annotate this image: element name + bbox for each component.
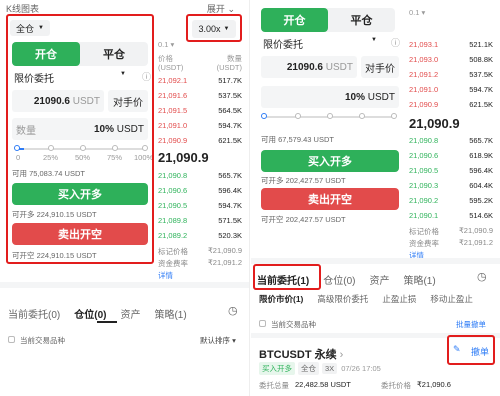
tab-assets[interactable]: 资产 — [369, 272, 389, 287]
filter-checkbox[interactable] — [8, 336, 15, 343]
tab-underline — [97, 321, 117, 323]
ask-row[interactable]: 21,091.2 537.5K — [409, 70, 493, 79]
order-price-label: 委托价格 — [381, 381, 411, 390]
chevron-right-icon: › — [339, 349, 344, 361]
ask-row[interactable]: 21,091.0 594.7K — [158, 121, 242, 130]
tab-positions[interactable]: 仓位(0) — [323, 272, 355, 287]
order-leverage-tag: 3X — [322, 363, 338, 374]
history-icon[interactable]: ◷ — [228, 304, 238, 317]
order-tags: 买入开多 全仓 3X 07/26 17:05 — [259, 362, 381, 375]
slider-dot — [391, 113, 397, 119]
slider-dot — [295, 113, 301, 119]
ask-row[interactable]: 21,092.1 517.7K — [158, 76, 242, 85]
bid-row[interactable]: 21,090.6 618.9K — [409, 151, 493, 160]
precision-select[interactable]: 0.1 ▾ — [409, 8, 425, 17]
bid-row[interactable]: 21,090.5 594.7K — [158, 201, 242, 210]
tab-assets[interactable]: 资产 — [120, 306, 140, 321]
slider-dot — [359, 113, 365, 119]
subtab-tpsl[interactable]: 止盈止损 — [382, 293, 416, 305]
ob-header-qty: 数量 (USDT) — [216, 54, 242, 72]
ask-row[interactable]: 21,091.5 564.5K — [158, 106, 242, 115]
bid-row[interactable]: 21,090.2 595.2K — [409, 196, 493, 205]
bid-row[interactable]: 21,090.8 565.7K — [409, 136, 493, 145]
sell-short-button[interactable]: 卖出开空 — [261, 188, 399, 210]
subtab-advanced[interactable]: 高级限价委托 — [317, 293, 368, 305]
can-short-text: 可开空 202,427.57 USDT — [261, 215, 346, 224]
tab-strategy[interactable]: 策略(1) — [154, 306, 186, 321]
tab-strategy[interactable]: 策略(1) — [403, 272, 435, 287]
chevron-down-icon: ⌄ — [227, 4, 235, 14]
open-close-toggle[interactable]: 开仓 平仓 — [261, 8, 395, 32]
subtab-trailing[interactable]: 移动止盈止 — [430, 293, 473, 305]
slider-dot — [327, 113, 333, 119]
opponent-price-button[interactable]: 对手价 — [361, 56, 399, 78]
order-symbol[interactable]: BTCUSDT 永续 › — [259, 346, 343, 362]
mid-price: 21,090.9 — [158, 150, 209, 165]
subtab-limit[interactable]: 限价市价(1) — [259, 293, 303, 305]
ask-row[interactable]: 21,090.9 621.5K — [409, 100, 493, 109]
order-type-select[interactable]: 限价委托 — [263, 36, 303, 51]
ob-header-price: 价格 (USDT) — [158, 54, 184, 72]
highlight-leverage — [186, 14, 242, 42]
bid-row[interactable]: 21,090.8 565.7K — [158, 171, 242, 180]
highlight-current-orders — [253, 264, 321, 290]
tab-close[interactable]: 平仓 — [328, 8, 395, 32]
mid-price: 21,090.9 — [409, 116, 460, 131]
ask-row[interactable]: 21,091.6 537.5K — [158, 91, 242, 100]
order-time: 07/26 17:05 — [341, 364, 381, 373]
mark-price-row: 标记价格 ₹21,090.9 — [409, 226, 493, 236]
tab-open[interactable]: 开仓 — [261, 8, 328, 32]
ask-row[interactable]: 21,090.9 621.5K — [158, 136, 242, 145]
funding-rate-row: 资金费率 ₹21,091.2 — [409, 238, 493, 248]
quantity-input[interactable]: 10% USDT — [261, 86, 399, 108]
caret-down-icon: ▼ — [371, 37, 377, 43]
filter-checkbox[interactable] — [259, 320, 266, 327]
filter-label: 当前交易品种 — [20, 336, 65, 345]
tab-positions[interactable]: 仓位(0) — [74, 306, 106, 321]
order-side-tag: 买入开多 — [259, 362, 295, 375]
filter-label: 当前交易品种 — [271, 320, 316, 329]
precision-select[interactable]: 0.1 ▾ — [158, 40, 174, 49]
bid-row[interactable]: 21,089.8 571.5K — [158, 216, 242, 225]
price-input[interactable]: 21090.6 USDT — [261, 56, 357, 78]
divider — [0, 282, 249, 288]
sub-tabs: 限价市价(1) 高级限价委托 止盈止损 移动止盈止 — [251, 293, 500, 305]
ask-row[interactable]: 21,093.0 508.8K — [409, 55, 493, 64]
slider-handle[interactable] — [261, 113, 267, 119]
mark-price-row: 标记价格 ₹21,090.9 — [158, 246, 242, 256]
funding-rate-row: 资金费率 ₹21,091.2 — [158, 258, 242, 268]
bid-row[interactable]: 21,090.5 596.4K — [409, 166, 493, 175]
info-icon: ⓘ — [391, 38, 401, 48]
order-mode-tag: 全仓 — [298, 362, 319, 375]
available-balance: 可用 67,579.43 USDT — [261, 135, 334, 144]
order-total-value: 22,482.58 USDT — [295, 380, 351, 389]
tab-current-orders[interactable]: 当前委托(0) — [8, 306, 60, 321]
left-panel: K线图表 展开 ⌄ 全仓 ▼ 3.00x ▼ 开仓 平仓 限价委托 ▼ ⓘ 2109… — [0, 0, 250, 396]
ask-row[interactable]: 21,091.0 594.7K — [409, 85, 493, 94]
bid-row[interactable]: 21,090.1 514.6K — [409, 211, 493, 220]
bid-row[interactable]: 21,090.6 596.4K — [158, 186, 242, 195]
bid-row[interactable]: 21,090.3 604.4K — [409, 181, 493, 190]
order-price-value: ₹21,090.6 — [417, 380, 451, 389]
bid-row[interactable]: 21,089.2 520.3K — [158, 231, 242, 240]
details-link[interactable]: 详情 — [158, 270, 173, 281]
bottom-tabs: 当前委托(0) 仓位(0) 资产 策略(1) — [8, 306, 201, 321]
order-total-label: 委托总量 — [259, 381, 289, 390]
can-long-text: 可开多 202,427.57 USDT — [261, 176, 346, 185]
right-panel: 开仓 平仓 0.1 ▾ 限价委托 ▼ ⓘ 21090.6 USDT 对手价 10… — [251, 0, 500, 396]
batch-cancel-button[interactable]: 批量撤单 — [456, 319, 486, 330]
sort-select[interactable]: 默认排序 ▾ — [200, 335, 236, 346]
highlight-cancel — [447, 335, 495, 365]
highlight-order-form — [6, 14, 154, 264]
history-icon[interactable]: ◷ — [477, 270, 487, 283]
ask-row[interactable]: 21,093.1 521.1K — [409, 40, 493, 49]
buy-long-button[interactable]: 买入开多 — [261, 150, 399, 172]
